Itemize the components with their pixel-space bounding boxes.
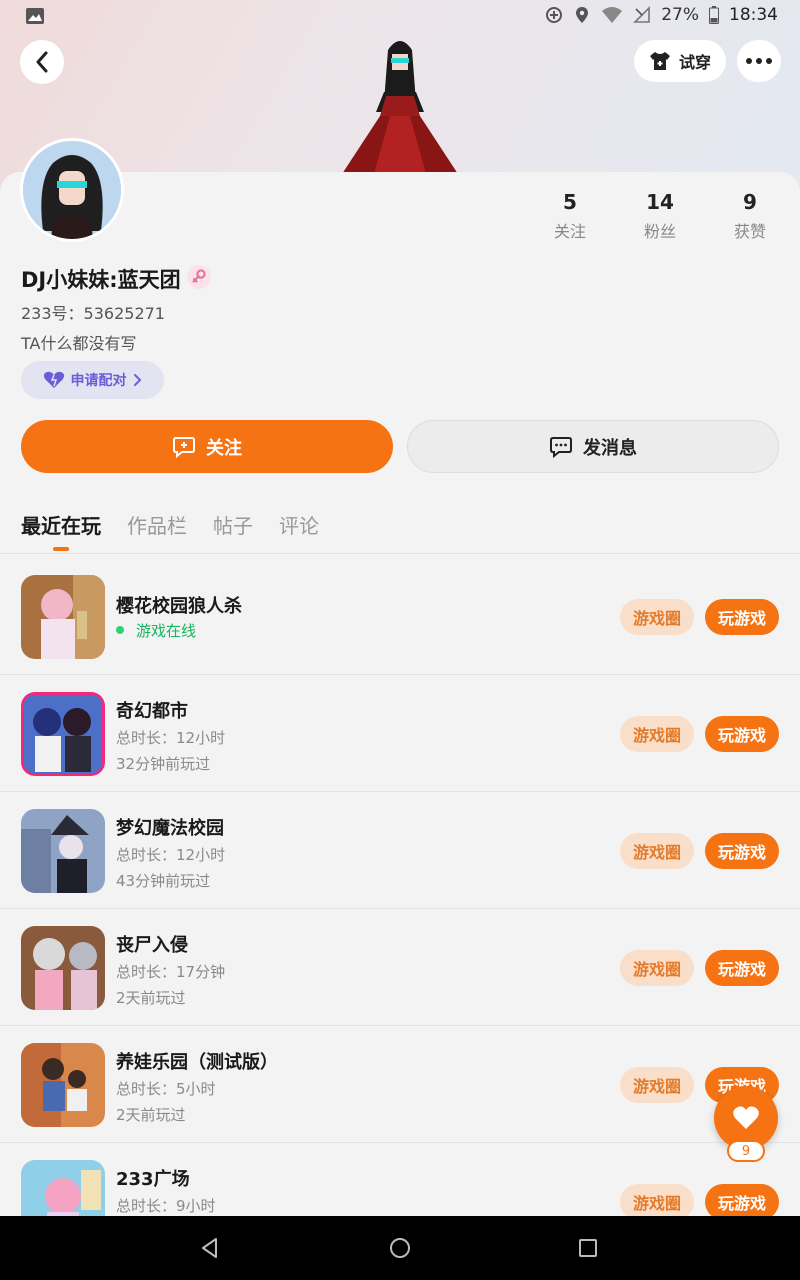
game-circle-button[interactable]: 游戏圈 bbox=[620, 833, 694, 869]
game-title: 奇幻都市 bbox=[116, 701, 188, 722]
play-game-button[interactable]: 玩游戏 bbox=[705, 599, 779, 635]
game-thumbnail bbox=[21, 926, 105, 1010]
game-thumbnail bbox=[21, 809, 105, 893]
online-dot-icon bbox=[116, 625, 124, 634]
followers-count: 14 bbox=[646, 190, 674, 214]
game-circle-button[interactable]: 游戏圈 bbox=[620, 599, 694, 635]
try-on-label: 试穿 bbox=[678, 53, 711, 72]
status-bar: 27% 18:34 bbox=[0, 0, 800, 32]
battery-percent: 27% bbox=[661, 5, 699, 25]
user-id: 233号：53625271 bbox=[21, 304, 165, 323]
game-row[interactable]: 樱花校园狼人杀 游戏在线 游戏圈 玩游戏 bbox=[0, 558, 800, 675]
clock: 18:34 bbox=[729, 5, 778, 25]
favorite-count-badge: 9 bbox=[727, 1140, 765, 1162]
data-saver-icon bbox=[546, 7, 563, 23]
game-row[interactable]: 丧尸入侵 总时长：17分钟 2天前玩过 游戏圈 玩游戏 bbox=[0, 909, 800, 1026]
send-message-label: 发消息 bbox=[583, 437, 637, 459]
play-game-button[interactable]: 玩游戏 bbox=[705, 1184, 779, 1220]
game-row[interactable]: 梦幻魔法校园 总时长：12小时 43分钟前玩过 游戏圈 玩游戏 bbox=[0, 792, 800, 909]
more-options-button[interactable] bbox=[737, 40, 781, 82]
chevron-right-icon bbox=[133, 374, 141, 386]
avatar-image bbox=[23, 141, 121, 239]
chat-bubble-icon bbox=[550, 436, 572, 458]
following-label: 关注 bbox=[553, 222, 586, 241]
game-online-label: 游戏在线 bbox=[136, 622, 197, 640]
game-thumbnail bbox=[21, 1043, 105, 1127]
nav-recents-icon[interactable] bbox=[576, 1236, 600, 1260]
system-navigation-bar bbox=[0, 1216, 800, 1280]
follow-button[interactable]: 关注 bbox=[21, 420, 393, 473]
game-last-played: 43分钟前玩过 bbox=[116, 872, 211, 890]
game-last-played: 2天前玩过 bbox=[116, 989, 186, 1007]
heart-pair-icon bbox=[43, 371, 64, 388]
game-title: 樱花校园狼人杀 bbox=[116, 596, 242, 617]
game-thumbnail bbox=[21, 692, 105, 776]
game-total-time: 总时长：12小时 bbox=[116, 846, 226, 864]
game-circle-button[interactable]: 游戏圈 bbox=[620, 1184, 694, 1220]
likes-stat[interactable]: 9 获赞 bbox=[710, 190, 790, 242]
active-tab-indicator bbox=[53, 547, 69, 551]
back-button[interactable] bbox=[20, 40, 64, 84]
game-total-time: 总时长：17分钟 bbox=[116, 963, 226, 981]
likes-count: 9 bbox=[743, 190, 757, 214]
avatar-figure-3d bbox=[342, 41, 458, 174]
game-title: 养娃乐园（测试版） bbox=[116, 1052, 278, 1073]
send-message-button[interactable]: 发消息 bbox=[407, 420, 779, 473]
add-chat-icon bbox=[173, 436, 195, 458]
play-game-button[interactable]: 玩游戏 bbox=[705, 833, 779, 869]
location-icon bbox=[576, 7, 589, 23]
tab-works[interactable]: 作品栏 bbox=[127, 510, 187, 539]
game-title: 233广场 bbox=[116, 1169, 190, 1190]
battery-icon bbox=[709, 6, 719, 24]
tab-posts[interactable]: 帖子 bbox=[213, 510, 253, 539]
play-game-button[interactable]: 玩游戏 bbox=[705, 950, 779, 986]
play-game-button[interactable]: 玩游戏 bbox=[705, 716, 779, 752]
game-title: 梦幻魔法校园 bbox=[116, 818, 224, 839]
shirt-icon bbox=[649, 52, 670, 70]
profile-tabs: 最近在玩 作品栏 帖子 评论 bbox=[21, 510, 319, 539]
wifi-icon bbox=[602, 7, 623, 23]
try-on-button[interactable]: 试穿 bbox=[634, 40, 726, 82]
avatar[interactable] bbox=[20, 138, 124, 242]
nav-back-icon[interactable] bbox=[198, 1236, 222, 1260]
game-title: 丧尸入侵 bbox=[116, 935, 188, 956]
game-row[interactable]: 奇幻都市 总时长：12小时 32分钟前玩过 游戏圈 玩游戏 bbox=[0, 675, 800, 792]
game-total-time: 总时长：9小时 bbox=[116, 1197, 216, 1215]
followers-label: 粉丝 bbox=[643, 222, 676, 241]
game-last-played: 2天前玩过 bbox=[116, 1106, 186, 1124]
nav-home-icon[interactable] bbox=[388, 1236, 412, 1260]
apply-pairing-button[interactable]: 申请配对 bbox=[21, 361, 164, 399]
tab-recently-played[interactable]: 最近在玩 bbox=[21, 510, 101, 539]
game-total-time: 总时长：5小时 bbox=[116, 1080, 216, 1098]
more-dots-icon bbox=[746, 58, 772, 64]
likes-label: 获赞 bbox=[733, 222, 766, 241]
game-online-status: 游戏在线 bbox=[116, 620, 196, 641]
follow-label: 关注 bbox=[206, 437, 242, 459]
gallery-notification-icon bbox=[26, 8, 44, 28]
game-circle-button[interactable]: 游戏圈 bbox=[620, 716, 694, 752]
game-total-time: 总时长：12小时 bbox=[116, 729, 226, 747]
game-last-played: 32分钟前玩过 bbox=[116, 755, 211, 773]
female-gender-icon bbox=[187, 265, 211, 289]
following-stat[interactable]: 5 关注 bbox=[530, 190, 610, 242]
chevron-left-icon bbox=[36, 51, 48, 73]
game-row[interactable]: 养娃乐园（测试版） 总时长：5小时 2天前玩过 游戏圈 玩游戏 bbox=[0, 1026, 800, 1143]
tab-comments[interactable]: 评论 bbox=[279, 510, 319, 539]
user-bio: TA什么都没有写 bbox=[21, 334, 137, 353]
no-signal-icon bbox=[633, 6, 651, 23]
game-circle-button[interactable]: 游戏圈 bbox=[620, 950, 694, 986]
profile-name: DJ小妹妹:蓝天团 bbox=[21, 268, 181, 292]
followers-stat[interactable]: 14 粉丝 bbox=[620, 190, 700, 242]
apply-pairing-label: 申请配对 bbox=[70, 373, 127, 389]
following-count: 5 bbox=[563, 190, 577, 214]
game-thumbnail bbox=[21, 575, 105, 659]
tabs-divider bbox=[0, 553, 800, 554]
heart-icon bbox=[733, 1106, 759, 1129]
game-circle-button[interactable]: 游戏圈 bbox=[620, 1067, 694, 1103]
